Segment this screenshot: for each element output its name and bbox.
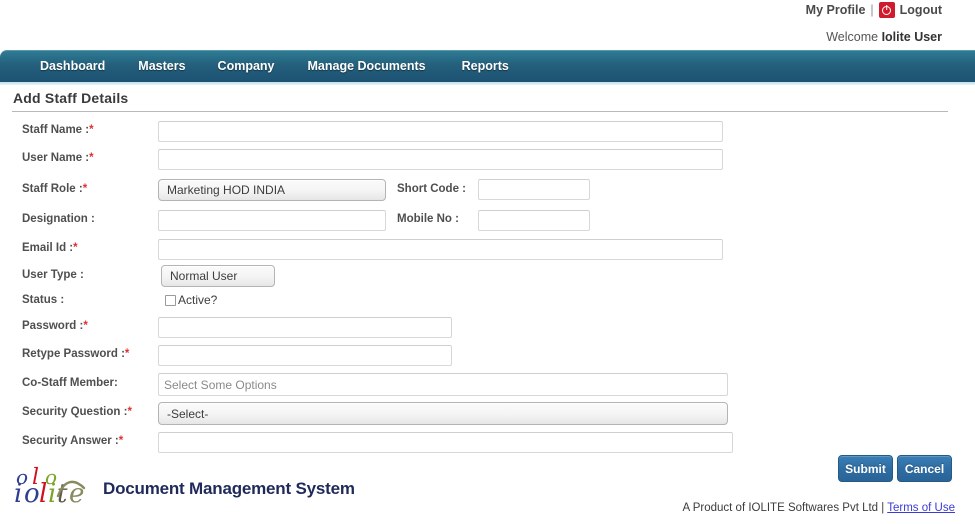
required-marker: * [89,124,94,136]
designation-input[interactable] [158,210,386,231]
label-staff-role: Staff Role :* [22,183,88,195]
add-staff-form: Staff Name :* User Name :* Staff Role :*… [0,118,975,456]
short-code-input[interactable] [478,179,590,200]
required-marker: * [124,348,130,360]
terms-of-use-link[interactable]: Terms of Use [887,502,955,514]
logout-link[interactable]: Logout [900,3,942,17]
security-answer-input[interactable] [158,432,733,453]
title-divider [12,111,948,112]
welcome-prefix: Welcome [826,30,882,44]
retype-password-input[interactable] [158,345,452,366]
label-co-staff-member: Co-Staff Member: [22,377,118,389]
power-icon[interactable] [878,2,895,18]
co-staff-member-input[interactable] [158,373,728,396]
label-staff-name: Staff Name :* [22,124,94,136]
required-marker: * [73,242,78,254]
password-input[interactable] [158,317,452,338]
svg-text:o: o [45,465,57,489]
product-text: A Product of IOLITE Softwares Pvt Ltd | [682,502,888,514]
top-utility-bar: My Profile | Logout Welcome Iolite User [0,0,975,48]
account-links: My Profile | Logout [806,2,942,18]
required-marker: * [82,183,88,195]
form-row-staff-name: Staff Name :* [0,118,975,146]
label-retype-password: Retype Password :* [22,348,130,360]
utility-separator: | [870,3,874,17]
form-row-security-question: Security Question :* -Select- [0,399,975,428]
nav-item-company[interactable]: Company [218,51,275,81]
iolite-logo: i o l i t e o l o [12,462,100,510]
label-designation: Designation : [22,213,95,225]
required-marker: * [127,406,132,418]
required-marker: * [89,152,94,164]
form-row-security-answer: Security Answer :* [0,428,975,456]
email-id-input[interactable] [158,239,723,260]
form-row-designation: Designation : Mobile No : [0,206,975,235]
label-user-name: User Name :* [22,152,94,164]
user-name-input[interactable] [158,149,723,170]
label-email-id: Email Id :* [22,242,78,254]
submit-button[interactable]: Submit [838,455,893,482]
nav-item-manage-documents[interactable]: Manage Documents [308,51,426,81]
application-page: My Profile | Logout Welcome Iolite User … [0,0,975,524]
form-row-co-staff-member: Co-Staff Member: [0,370,975,399]
nav-item-dashboard[interactable]: Dashboard [40,51,105,81]
active-checkbox-wrap[interactable]: Active? [165,293,217,307]
required-marker: * [118,435,124,447]
nav-item-reports[interactable]: Reports [462,51,509,81]
form-row-staff-role: Staff Role :* Marketing HOD INDIA Short … [0,174,975,206]
svg-text:o: o [16,465,28,489]
svg-text:l: l [32,465,39,490]
form-row-user-name: User Name :* [0,146,975,174]
mobile-no-input[interactable] [478,210,590,231]
my-profile-link[interactable]: My Profile [806,3,866,17]
footer-note: A Product of IOLITE Softwares Pvt Ltd | … [682,502,955,514]
active-checkbox-label: Active? [178,293,218,307]
staff-name-input[interactable] [158,121,723,142]
label-mobile-no: Mobile No : [397,213,459,225]
form-row-password: Password :* [0,314,975,342]
required-marker: * [83,320,88,332]
security-question-select[interactable]: -Select- [158,402,728,425]
form-row-retype-password: Retype Password :* [0,342,975,370]
main-navigation: Dashboard Masters Company Manage Documen… [0,50,975,85]
welcome-message: Welcome Iolite User [826,30,942,44]
label-status: Status : [22,294,65,306]
label-short-code: Short Code : [397,183,466,195]
label-user-type: User Type : [22,269,84,281]
brand-title: Document Management System [103,479,355,498]
staff-role-select[interactable]: Marketing HOD INDIA [158,179,386,201]
form-row-status: Status : Active? [0,289,975,314]
page-title: Add Staff Details [13,90,129,106]
power-icon-stem [885,4,888,10]
welcome-username: Iolite User [881,30,942,44]
active-checkbox[interactable] [165,294,176,306]
user-type-select[interactable]: Normal User [161,265,275,287]
cancel-button[interactable]: Cancel [897,455,952,482]
nav-item-masters[interactable]: Masters [138,51,185,81]
label-password: Password :* [22,320,88,332]
form-row-user-type: User Type : Normal User [0,264,975,289]
label-security-question: Security Question :* [22,406,132,418]
label-security-answer: Security Answer :* [22,435,124,447]
form-row-email-id: Email Id :* [0,235,975,264]
